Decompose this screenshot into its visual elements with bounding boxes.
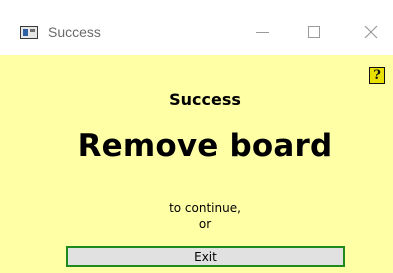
message-line-1: to continue, <box>169 201 241 215</box>
instruction-heading: Remove board <box>77 128 333 164</box>
help-icon: ? <box>373 68 381 83</box>
minimize-button[interactable] <box>240 15 284 49</box>
close-icon <box>364 25 378 39</box>
app-window-icon <box>20 26 38 39</box>
message-line-2: or <box>198 217 212 231</box>
maximize-icon <box>308 26 320 38</box>
close-button[interactable] <box>349 15 393 49</box>
exit-button[interactable]: Exit <box>66 246 345 267</box>
minimize-icon <box>255 32 269 33</box>
status-heading: Success <box>169 90 241 109</box>
maximize-button[interactable] <box>292 15 336 49</box>
title-bar[interactable]: Success <box>0 0 393 55</box>
window-title: Success <box>48 24 101 40</box>
dialog-body: ? Success Remove board to continue, or E… <box>0 55 393 273</box>
help-button[interactable]: ? <box>369 67 385 84</box>
dialog-window: Success ? Success Remove board to contin… <box>0 0 393 273</box>
